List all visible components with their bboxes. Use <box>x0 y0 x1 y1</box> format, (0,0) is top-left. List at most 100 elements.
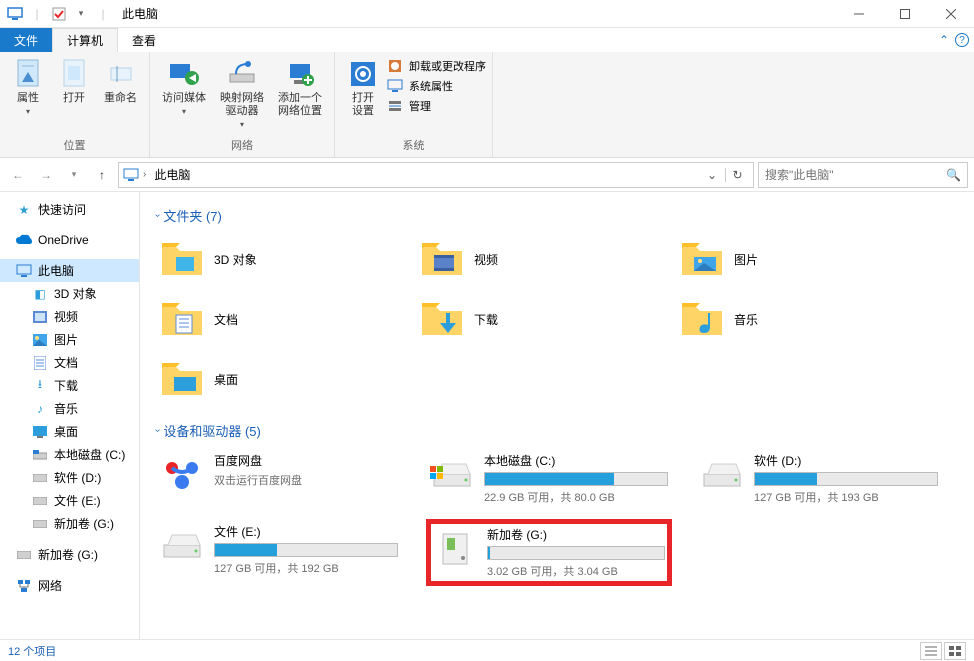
chevron-down-icon[interactable]: ▾ <box>72 5 90 23</box>
sidebar-item-drive-d[interactable]: 软件 (D:) <box>0 466 139 489</box>
drive-usage-bar <box>214 543 398 557</box>
folder-item[interactable]: 3D 对象 <box>156 233 376 285</box>
search-input[interactable] <box>765 168 946 182</box>
forward-button[interactable]: → <box>34 163 58 187</box>
folder-icon <box>680 297 724 341</box>
cube-icon: ◧ <box>32 286 48 302</box>
document-icon <box>32 355 48 371</box>
sidebar-item-3dobjects[interactable]: ◧3D 对象 <box>0 282 139 305</box>
drive-item[interactable]: 软件 (D:)127 GB 可用，共 193 GB <box>696 448 942 509</box>
media-icon <box>168 58 200 90</box>
open-button[interactable]: 打开 <box>52 56 96 107</box>
sidebar-item-drive-c[interactable]: 本地磁盘 (C:) <box>0 443 139 466</box>
sidebar-item-drive-g[interactable]: 新加卷 (G:) <box>0 512 139 535</box>
drive-item[interactable]: 新加卷 (G:)3.02 GB 可用，共 3.04 GB <box>426 519 672 586</box>
add-network-location-button[interactable]: 添加一个网络位置 <box>272 56 328 120</box>
drive-icon <box>32 493 48 509</box>
properties-icon <box>12 58 44 90</box>
drive-icon <box>32 516 48 532</box>
ribbon-group-system: 打开设置 卸载或更改程序 系统属性 管理 系统 <box>335 52 493 157</box>
search-box[interactable]: 🔍 <box>758 162 968 188</box>
uninstall-button[interactable]: 卸载或更改程序 <box>387 58 486 74</box>
ribbon-tabs: 文件 计算机 查看 ⌃ ? <box>0 28 974 52</box>
drive-name: 本地磁盘 (C:) <box>484 452 668 469</box>
folder-item[interactable]: 桌面 <box>156 353 376 405</box>
sidebar-item-onedrive[interactable]: OneDrive <box>0 229 139 251</box>
folder-item[interactable]: 视频 <box>416 233 636 285</box>
minimize-button[interactable] <box>836 0 882 28</box>
breadcrumb-thispc[interactable]: 此电脑 <box>150 166 194 183</box>
open-settings-button[interactable]: 打开设置 <box>341 56 385 120</box>
sidebar-item-drive-g2[interactable]: 新加卷 (G:) <box>0 543 139 566</box>
search-icon[interactable]: 🔍 <box>946 168 961 182</box>
folder-name: 文档 <box>214 311 238 328</box>
drive-item[interactable]: 百度网盘双击运行百度网盘 <box>156 448 402 509</box>
tab-view[interactable]: 查看 <box>118 28 170 52</box>
drive-usage-text: 127 GB 可用，共 193 GB <box>754 489 938 505</box>
sidebar-item-documents[interactable]: 文档 <box>0 351 139 374</box>
refresh-button[interactable]: ↻ <box>725 168 749 182</box>
properties-button[interactable]: 属性 ▾ <box>6 56 50 118</box>
details-view-button[interactable] <box>920 642 942 660</box>
group-header-folders[interactable]: ›文件夹 (7) <box>156 206 958 225</box>
checkbox-icon[interactable] <box>50 5 68 23</box>
close-button[interactable] <box>928 0 974 28</box>
drive-item[interactable]: 文件 (E:)127 GB 可用，共 192 GB <box>156 519 402 586</box>
sidebar-item-thispc[interactable]: 此电脑 <box>0 259 139 282</box>
map-drive-icon <box>226 58 258 90</box>
folder-icon <box>680 237 724 281</box>
drive-icon <box>430 452 474 496</box>
chevron-down-icon: › <box>152 214 163 217</box>
sidebar-item-drive-e[interactable]: 文件 (E:) <box>0 489 139 512</box>
sidebar-item-videos[interactable]: 视频 <box>0 305 139 328</box>
folder-name: 图片 <box>734 251 758 268</box>
maximize-button[interactable] <box>882 0 928 28</box>
folder-name: 下载 <box>474 311 498 328</box>
manage-button[interactable]: 管理 <box>387 98 486 114</box>
drive-usage-bar <box>754 472 938 486</box>
access-media-button[interactable]: 访问媒体 ▾ <box>156 56 212 118</box>
drive-item[interactable]: 本地磁盘 (C:)22.9 GB 可用，共 80.0 GB <box>426 448 672 509</box>
nav-bar: ← → ▾ ↑ › 此电脑 ⌄ ↻ 🔍 <box>0 158 974 192</box>
sidebar-item-music[interactable]: ♪音乐 <box>0 397 139 420</box>
address-bar[interactable]: › 此电脑 ⌄ ↻ <box>118 162 754 188</box>
folder-icon <box>160 237 204 281</box>
sidebar-item-downloads[interactable]: ⭳下载 <box>0 374 139 397</box>
drive-icon <box>32 447 48 463</box>
cloud-icon <box>16 232 32 248</box>
address-dropdown[interactable]: ⌄ <box>703 168 721 182</box>
folder-item[interactable]: 音乐 <box>676 293 896 345</box>
divider-icon: | <box>94 5 112 23</box>
title-bar: | ▾ | 此电脑 <box>0 0 974 28</box>
content-pane: ›文件夹 (7) 3D 对象 视频 图片文档 下载 音乐桌面 ›设备和驱动器 (5) 百… <box>140 192 974 639</box>
sidebar-item-quick-access[interactable]: ★快速访问 <box>0 198 139 221</box>
drive-usage-text: 3.02 GB 可用，共 3.04 GB <box>487 563 665 579</box>
folder-item[interactable]: 下载 <box>416 293 636 345</box>
chevron-right-icon[interactable]: › <box>143 169 146 180</box>
up-button[interactable]: ↑ <box>90 163 114 187</box>
back-button[interactable]: ← <box>6 163 30 187</box>
ribbon-group-network: 访问媒体 ▾ 映射网络驱动器 ▾ 添加一个网络位置 网络 <box>150 52 335 157</box>
tab-computer[interactable]: 计算机 <box>52 28 118 52</box>
sidebar-item-pictures[interactable]: 图片 <box>0 328 139 351</box>
sidebar-item-desktop[interactable]: 桌面 <box>0 420 139 443</box>
system-properties-button[interactable]: 系统属性 <box>387 78 486 94</box>
ribbon: 属性 ▾ 打开 重命名 位置 访问媒体 ▾ 映射网络驱动器 ▾ <box>0 52 974 158</box>
ribbon-collapse-button[interactable]: ⌃ ? <box>934 28 974 52</box>
folder-item[interactable]: 文档 <box>156 293 376 345</box>
tab-file[interactable]: 文件 <box>0 28 52 52</box>
folder-item[interactable]: 图片 <box>676 233 896 285</box>
add-network-icon <box>284 58 316 90</box>
map-drive-button[interactable]: 映射网络驱动器 ▾ <box>214 56 270 131</box>
folder-icon <box>160 297 204 341</box>
folder-name: 视频 <box>474 251 498 268</box>
chevron-down-icon: › <box>152 429 163 432</box>
tiles-view-button[interactable] <box>944 642 966 660</box>
status-bar: 12 个项目 <box>0 639 974 661</box>
group-header-drives[interactable]: ›设备和驱动器 (5) <box>156 421 958 440</box>
recent-button[interactable]: ▾ <box>62 163 86 187</box>
sidebar-item-network[interactable]: 网络 <box>0 574 139 597</box>
sidebar: ★快速访问 OneDrive 此电脑 ◧3D 对象 视频 图片 文档 ⭳下载 ♪… <box>0 192 140 639</box>
rename-button[interactable]: 重命名 <box>98 56 143 107</box>
drive-icon <box>433 526 477 570</box>
